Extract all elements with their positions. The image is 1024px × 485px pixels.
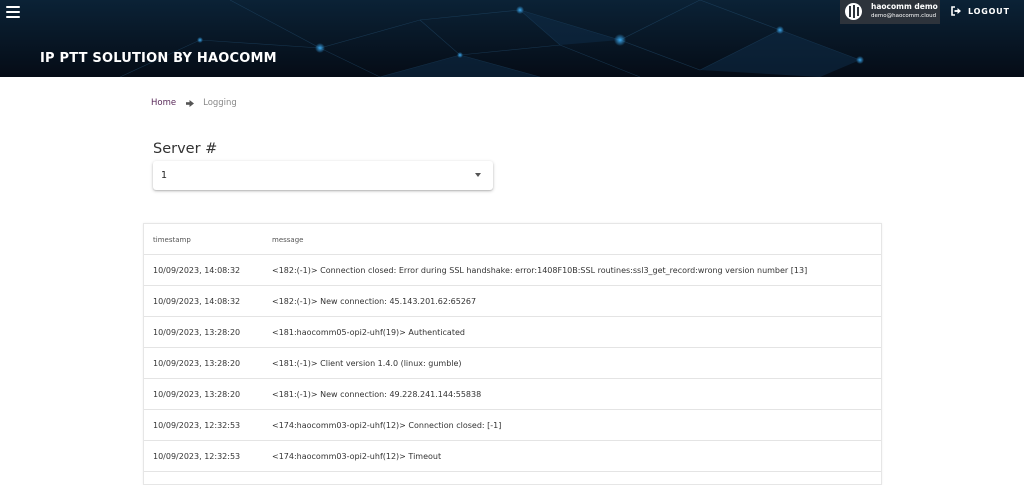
cell-message: <181:(-1)> Client version 1.4.0 (linux: … (272, 359, 462, 368)
cell-message: <181:haocomm05-opi2-uhf(19)> Authenticat… (272, 328, 465, 337)
breadcrumb-current: Logging (203, 98, 237, 108)
table-row: 10/09/2023, 14:08:32 <182:(-1)> New conn… (144, 286, 881, 317)
breadcrumb: Home Logging (151, 97, 237, 109)
caret-down-icon (475, 173, 481, 177)
table-row: 10/09/2023, 13:28:20 <181:(-1)> New conn… (144, 379, 881, 410)
logout-label: LOGOUT (968, 6, 1010, 16)
cell-message: <181:(-1)> New connection: 49.228.241.14… (272, 390, 482, 399)
cell-message: <174:haocomm03-opi2-uhf(12)> Connection … (272, 421, 502, 430)
cell-timestamp: 10/09/2023, 14:08:32 (153, 297, 241, 306)
server-select[interactable]: 1 (153, 161, 493, 190)
table-header-row: timestamp message (144, 224, 881, 255)
logout-icon (951, 6, 961, 16)
cell-timestamp: 10/09/2023, 12:32:53 (153, 421, 241, 430)
user-email: demo@haocomm.cloud (871, 13, 937, 19)
cell-timestamp: 10/09/2023, 14:08:32 (153, 266, 241, 275)
app-header: IP PTT SOLUTION BY HAOCOMM haocomm demo … (0, 0, 1024, 77)
cell-timestamp: 10/09/2023, 13:28:20 (153, 390, 241, 399)
column-header-message[interactable]: message (272, 236, 303, 244)
column-header-timestamp[interactable]: timestamp (153, 236, 191, 244)
cell-message: <182:(-1)> Connection closed: Error duri… (272, 266, 808, 275)
arrow-right-icon (186, 99, 195, 107)
cell-timestamp: 10/09/2023, 13:28:20 (153, 359, 241, 368)
cell-message: <182:(-1)> New connection: 45.143.201.62… (272, 297, 477, 306)
cell-message: <174:haocomm03-opi2-uhf(12)> Timeout (272, 452, 442, 461)
user-profile[interactable]: haocomm demo demo@haocomm.cloud (840, 0, 940, 24)
table-row: 10/09/2023, 13:28:20 <181:haocomm05-opi2… (144, 317, 881, 348)
user-avatar-icon (845, 3, 862, 20)
table-row: 10/09/2023, 14:08:32 <182:(-1)> Connecti… (144, 255, 881, 286)
breadcrumb-home-link[interactable]: Home (151, 98, 176, 108)
log-table: timestamp message 10/09/2023, 14:08:32 <… (143, 223, 882, 485)
cell-timestamp: 10/09/2023, 13:28:20 (153, 328, 241, 337)
table-row: 10/09/2023, 13:28:20 <181:(-1)> Client v… (144, 348, 881, 379)
logout-button[interactable]: LOGOUT (951, 4, 1010, 18)
user-name: haocomm demo (871, 2, 938, 11)
cell-timestamp: 10/09/2023, 12:32:53 (153, 452, 241, 461)
server-selected-value: 1 (161, 170, 168, 181)
table-row: 10/09/2023, 12:32:53 <174:haocomm03-opi2… (144, 441, 881, 472)
table-row: 10/09/2023, 12:32:53 <174:haocomm03-opi2… (144, 410, 881, 441)
app-title: IP PTT SOLUTION BY HAOCOMM (40, 51, 277, 66)
server-label: Server # (153, 141, 218, 157)
hamburger-menu-icon[interactable] (6, 6, 20, 18)
